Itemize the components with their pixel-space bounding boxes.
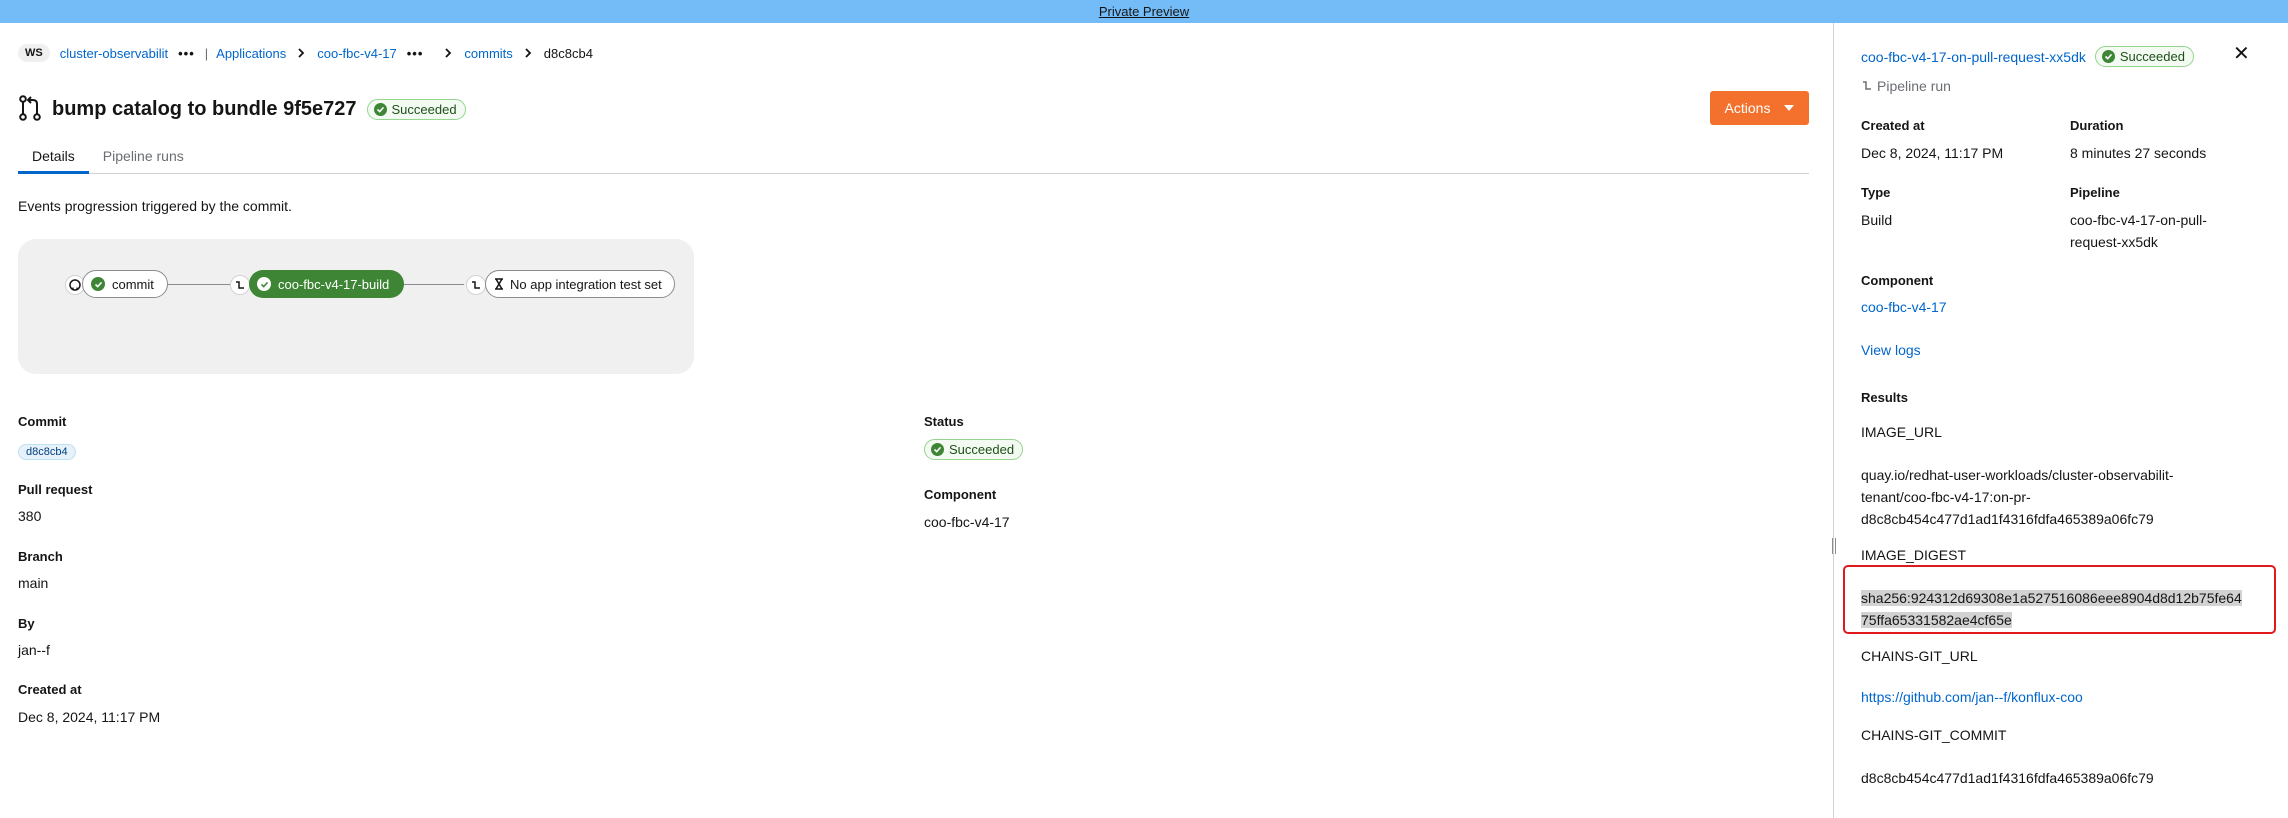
actions-label: Actions <box>1724 100 1771 116</box>
result-value-chains-git-url[interactable]: https://github.com/jan--f/konflux-coo <box>1861 689 2083 705</box>
component-label: Component <box>924 487 997 502</box>
breadcrumb-current: d8c8cb4 <box>543 45 593 61</box>
result-value-line: tenant/coo-fbc-v4-17:on-pr- <box>1861 489 2031 505</box>
breadcrumb-commits[interactable]: commits <box>464 46 512 61</box>
check-circle-icon <box>91 277 105 291</box>
result-key-chains-git-commit: CHAINS-GIT_COMMIT <box>1861 727 2007 743</box>
breadcrumb-application[interactable]: coo-fbc-v4-17 <box>317 46 396 61</box>
page-title: bump catalog to bundle 9f5e727 <box>52 97 357 120</box>
graph-node-label: commit <box>112 276 154 292</box>
panel-component-link[interactable]: coo-fbc-v4-17 <box>1861 299 1947 315</box>
chevron-right-icon <box>298 48 305 58</box>
panel-subtitle: Pipeline run <box>1861 78 1951 94</box>
events-description: Events progression triggered by the comm… <box>18 198 292 214</box>
status-badge: Succeeded <box>924 439 1024 460</box>
result-key-image-digest: IMAGE_DIGEST <box>1861 547 1967 563</box>
graph-node-build[interactable]: coo-fbc-v4-17-build <box>249 270 404 298</box>
actions-dropdown-button[interactable]: Actions <box>1710 91 1809 125</box>
created-at-value: Dec 8, 2024, 11:17 PM <box>18 709 161 725</box>
breadcrumb: WS cluster-observabilit ••• | Applicatio… <box>18 42 593 64</box>
workspace-badge: WS <box>18 44 50 62</box>
hourglass-icon <box>494 278 504 290</box>
caret-down-icon <box>1784 105 1795 111</box>
tab-bar: Details Pipeline runs <box>18 143 1809 174</box>
pipeline-icon <box>1861 80 1873 92</box>
pull-request-label: Pull request <box>18 482 93 497</box>
panel-resize-handle[interactable] <box>1832 538 1836 554</box>
status-badge-text: Succeeded <box>391 101 457 117</box>
pipeline-icon <box>466 275 486 295</box>
breadcrumb-workspace[interactable]: cluster-observabilit <box>60 46 168 61</box>
branch-value: main <box>18 575 49 591</box>
results-label: Results <box>1861 390 1908 405</box>
result-value-line: quay.io/redhat-user-workloads/cluster-ob… <box>1861 467 2174 483</box>
status-label: Status <box>924 414 964 429</box>
panel-created-value: Dec 8, 2024, 11:17 PM <box>1861 145 2004 161</box>
panel-subtitle-text: Pipeline run <box>1877 78 1951 94</box>
panel-pipeline-line: request-xx5dk <box>2070 234 2158 250</box>
component-value: coo-fbc-v4-17 <box>924 514 1010 530</box>
created-at-label: Created at <box>18 682 82 697</box>
tab-details[interactable]: Details <box>18 143 89 174</box>
workspace-more-icon[interactable]: ••• <box>178 46 195 61</box>
check-circle-icon <box>257 277 271 291</box>
graph-edge <box>402 284 464 285</box>
panel-type-value: Build <box>1861 212 1893 228</box>
view-logs-link[interactable]: View logs <box>1861 342 1921 358</box>
graph-node-label: coo-fbc-v4-17-build <box>278 276 390 292</box>
private-preview-banner: Private Preview <box>0 0 2288 23</box>
check-circle-icon <box>373 102 387 116</box>
page-header: bump catalog to bundle 9f5e727 Succeeded <box>18 94 466 124</box>
events-graph: commit coo-fbc-v4-17-build No app integr… <box>18 239 694 374</box>
by-value: jan--f <box>18 642 50 658</box>
status-badge-text: Succeeded <box>949 442 1015 457</box>
check-circle-icon <box>2101 50 2115 63</box>
panel-pipeline-value: coo-fbc-v4-17-on-pull- request-xx5dk <box>2070 209 2207 253</box>
check-circle-icon <box>931 443 944 456</box>
result-value-image-url: quay.io/redhat-user-workloads/cluster-ob… <box>1861 464 2174 530</box>
status-badge-text: Succeeded <box>2119 49 2185 64</box>
result-key-image-url: IMAGE_URL <box>1861 424 1942 440</box>
pull-request-icon <box>18 95 44 123</box>
panel-created-label: Created at <box>1861 118 1925 133</box>
chevron-right-icon <box>445 48 452 58</box>
pipeline-icon <box>230 275 250 295</box>
graph-node-commit[interactable]: commit <box>82 270 168 298</box>
result-value-chains-git-commit: d8c8cb454c477d1ad1f4316fdfa465389a06fc79 <box>1861 770 2154 786</box>
breadcrumb-applications[interactable]: Applications <box>216 46 286 61</box>
branch-label: Branch <box>18 549 63 564</box>
status-badge: Succeeded <box>2094 46 2194 67</box>
commit-chip: d8c8cb4 <box>18 444 76 460</box>
tab-pipeline-runs[interactable]: Pipeline runs <box>89 143 198 174</box>
panel-pipeline-line: coo-fbc-v4-17-on-pull- <box>2070 212 2207 228</box>
commit-label: Commit <box>18 414 67 429</box>
chevron-right-icon <box>525 48 532 58</box>
pipeline-run-link[interactable]: coo-fbc-v4-17-on-pull-request-xx5dk <box>1861 49 2086 65</box>
result-value-line: d8c8cb454c477d1ad1f4316fdfa465389a06fc79 <box>1861 511 2154 527</box>
status-badge: Succeeded <box>366 98 466 120</box>
pull-request-value: 380 <box>18 508 42 524</box>
private-preview-link[interactable]: Private Preview <box>1099 4 1189 19</box>
panel-divider <box>1833 23 1834 818</box>
panel-header: coo-fbc-v4-17-on-pull-request-xx5dk Succ… <box>1861 46 2194 67</box>
panel-type-label: Type <box>1861 185 1891 200</box>
panel-pipeline-label: Pipeline <box>2070 185 2120 200</box>
panel-duration-value: 8 minutes 27 seconds <box>2070 145 2207 161</box>
panel-duration-label: Duration <box>2070 118 2124 133</box>
result-key-chains-git-url: CHAINS-GIT_URL <box>1861 648 1978 664</box>
by-label: By <box>18 616 35 631</box>
breadcrumb-divider: | <box>204 45 209 61</box>
close-icon[interactable]: ✕ <box>2233 44 2250 64</box>
graph-node-label: No app integration test set <box>510 276 662 292</box>
application-more-icon[interactable]: ••• <box>407 46 424 61</box>
highlight-box <box>1843 565 2276 634</box>
graph-node-integration-test[interactable]: No app integration test set <box>485 270 675 298</box>
panel-component-label: Component <box>1861 273 1934 288</box>
